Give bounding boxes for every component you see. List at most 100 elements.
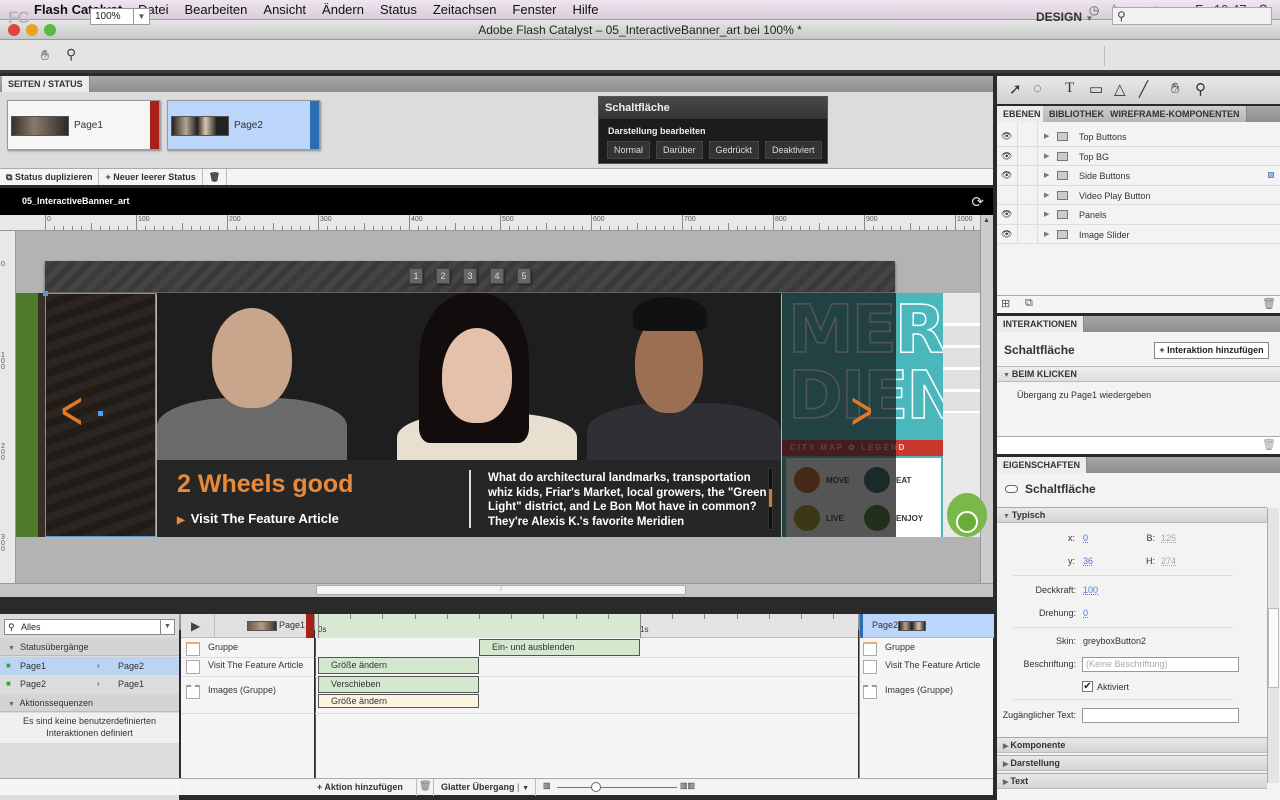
help-search-input[interactable]: ⚲ [1112, 7, 1272, 25]
opacity-value[interactable]: 100 [1083, 585, 1098, 595]
shape-tool-icon[interactable]: △ [1114, 80, 1126, 98]
chevron-down-icon[interactable]: ▼ [133, 9, 149, 24]
eye-icon[interactable]: 👁︎ [1001, 151, 1012, 162]
hand-tool-icon[interactable]: ✋︎ [41, 47, 49, 64]
object-row-group[interactable]: Gruppe [885, 642, 915, 652]
transform-pivot[interactable] [98, 411, 103, 416]
trash-icon[interactable]: 🗑︎ [419, 781, 432, 792]
selection-tool-icon[interactable]: ➚ [1009, 80, 1022, 98]
enabled-checkbox[interactable]: ✔ [1082, 681, 1093, 692]
chevron-left-icon[interactable]: < [61, 380, 83, 442]
playhead[interactable] [315, 638, 316, 778]
timeline-action-bar[interactable]: Größe ändern [318, 657, 479, 674]
document-breadcrumb[interactable]: 05_InteractiveBanner_art [0, 188, 993, 215]
tab-pages-states[interactable]: SEITEN / STATUS [2, 76, 90, 92]
add-action-button[interactable]: + Aktion hinzufügen [317, 782, 403, 792]
hand-tool-icon[interactable]: ✋︎ [1171, 80, 1180, 97]
transitions-header[interactable]: ▼ Statusübergänge [0, 638, 179, 656]
layer-item[interactable]: 👁︎ ▶ Top Buttons [997, 127, 1280, 147]
duplicate-state-button[interactable]: ⧉ Status duplizieren [0, 169, 100, 185]
state-normal-button[interactable]: Normal [607, 141, 651, 159]
new-sublayer-icon[interactable]: ⧉ [1025, 297, 1033, 310]
timeline-zoom-slider[interactable] [557, 787, 677, 788]
state-disabled-button[interactable]: Deaktiviert [765, 141, 822, 159]
caption-input[interactable]: (Keine Beschriftung) [1082, 657, 1239, 672]
layer-item[interactable]: 👁︎ ▶ Side Buttons [997, 166, 1280, 186]
timeline-grid[interactable]: 0s 1s Ein- und ausblenden Größe ändern Ver… [315, 614, 858, 778]
page-card-page2[interactable]: Page2 [167, 100, 320, 150]
feature-article-link[interactable]: ▶ Visit The Feature Article [177, 511, 339, 526]
layer-item[interactable]: 👁︎ ▶ Top BG [997, 147, 1280, 166]
caption-scroll-thumb[interactable] [769, 489, 772, 507]
scroll-up-icon[interactable]: ▲ [983, 217, 990, 224]
menu-hilfe[interactable]: Hilfe [573, 2, 599, 17]
object-row-group[interactable]: Gruppe [208, 642, 238, 652]
text-tool-icon[interactable]: T [1065, 80, 1074, 97]
workspace-switcher[interactable]: DESIGN ▼ [1036, 10, 1093, 24]
transition-row[interactable]: ■ Page1 › Page2 [0, 657, 179, 675]
y-value[interactable]: 36 [1083, 556, 1093, 566]
sequences-header[interactable]: ▼ Aktionssequenzen [0, 694, 179, 712]
state-down-button[interactable]: Gedrückt [708, 141, 760, 159]
accessible-text-input[interactable] [1082, 708, 1239, 723]
timeline-filter-select[interactable]: ⚲ Alles ▼ [4, 619, 175, 635]
object-row-images-group[interactable]: Images (Gruppe) [208, 685, 276, 695]
time-ruler[interactable]: 0s 1s [315, 614, 858, 638]
menu-bearbeiten[interactable]: Bearbeiten [185, 2, 248, 17]
delete-state-button[interactable]: 🗑︎ [203, 169, 228, 185]
tab-layers[interactable]: EBENEN [997, 106, 1048, 122]
timeline-zoom-thumb[interactable] [591, 782, 601, 792]
transition-row[interactable]: ■ Page2 › Page1 [0, 675, 179, 693]
section-text[interactable]: ▶ Text [997, 773, 1267, 789]
expand-arrow-icon[interactable]: ▶ [1044, 152, 1049, 160]
state-over-button[interactable]: Darüber [656, 141, 703, 159]
selection-handle[interactable] [43, 291, 48, 296]
object-row-feature-article[interactable]: Visit The Feature Article [885, 660, 980, 670]
properties-scroll-thumb[interactable] [1268, 608, 1279, 688]
x-value[interactable]: 0 [1083, 533, 1088, 543]
easing-select[interactable]: Glatter Übergang | ▼ [441, 782, 529, 792]
section-typisch[interactable]: ▼ Typisch [997, 507, 1267, 523]
skin-value[interactable]: greyboxButton2 [1083, 636, 1146, 646]
chevron-right-icon[interactable]: > [851, 380, 873, 442]
add-interaction-button[interactable]: + Interaktion hinzufügen [1154, 342, 1269, 359]
eye-icon[interactable]: 👁︎ [1001, 209, 1012, 220]
zoom-level-select[interactable]: 100% ▼ [90, 8, 150, 25]
eye-icon[interactable]: 👁︎ [1001, 131, 1012, 142]
timeline-action-bar[interactable]: Ein- und ausblenden [479, 639, 640, 656]
caption-scrollbar[interactable] [768, 468, 773, 530]
timeline-action-bar[interactable]: Verschieben [318, 676, 479, 693]
tab-library[interactable]: BIBLIOTHEK [1043, 106, 1111, 122]
object-row-feature-article[interactable]: Visit The Feature Article [208, 660, 303, 670]
chevron-down-icon[interactable]: ▼ [522, 785, 529, 792]
expand-arrow-icon[interactable]: ▶ [1044, 191, 1049, 199]
horizontal-scroll-thumb[interactable]: ⁞ [316, 585, 686, 595]
refresh-icon[interactable]: ⟳ [971, 193, 984, 211]
tab-properties[interactable]: EIGENSCHAFTEN [997, 457, 1088, 473]
slide-button-4[interactable]: 4 [490, 268, 504, 284]
slide-button-1[interactable]: 1 [409, 268, 423, 284]
direct-select-tool-icon[interactable]: ◌ [1033, 80, 1042, 97]
zoom-window-button[interactable] [44, 24, 56, 36]
tab-interactions[interactable]: INTERAKTIONEN [997, 316, 1084, 332]
new-empty-state-button[interactable]: + Neuer leerer Status [99, 169, 203, 185]
zoom-tool-icon[interactable]: ⚲ [66, 46, 76, 63]
menu-aendern[interactable]: Ändern [322, 2, 364, 17]
layer-item[interactable]: 👁︎ ▶ Panels [997, 205, 1280, 225]
rotation-value[interactable]: 0 [1083, 608, 1088, 618]
slide-button-2[interactable]: 2 [436, 268, 450, 284]
timeline-action-bar[interactable]: Größe ändern [318, 694, 479, 708]
layer-item[interactable]: 👁︎ ▶ Image Slider [997, 225, 1280, 244]
on-click-section[interactable]: ▼ BEIM KLICKEN [997, 366, 1280, 382]
zoom-tool-icon[interactable]: ⚲ [1195, 80, 1206, 98]
width-value[interactable]: 125 [1161, 533, 1176, 543]
menu-zeitachsen[interactable]: Zeitachsen [433, 2, 497, 17]
expand-arrow-icon[interactable]: ▶ [1044, 210, 1049, 218]
zoom-in-icon[interactable]: ▥▥ [680, 781, 695, 790]
trash-icon[interactable]: 🗑︎ [1262, 438, 1276, 451]
slide-button-5[interactable]: 5 [517, 268, 531, 284]
properties-scrollbar[interactable] [1267, 508, 1279, 783]
eye-icon[interactable]: 👁︎ [1001, 229, 1012, 240]
new-layer-icon[interactable]: ⊞ [1001, 297, 1010, 310]
page-card-page1[interactable]: Page1 [7, 100, 160, 150]
